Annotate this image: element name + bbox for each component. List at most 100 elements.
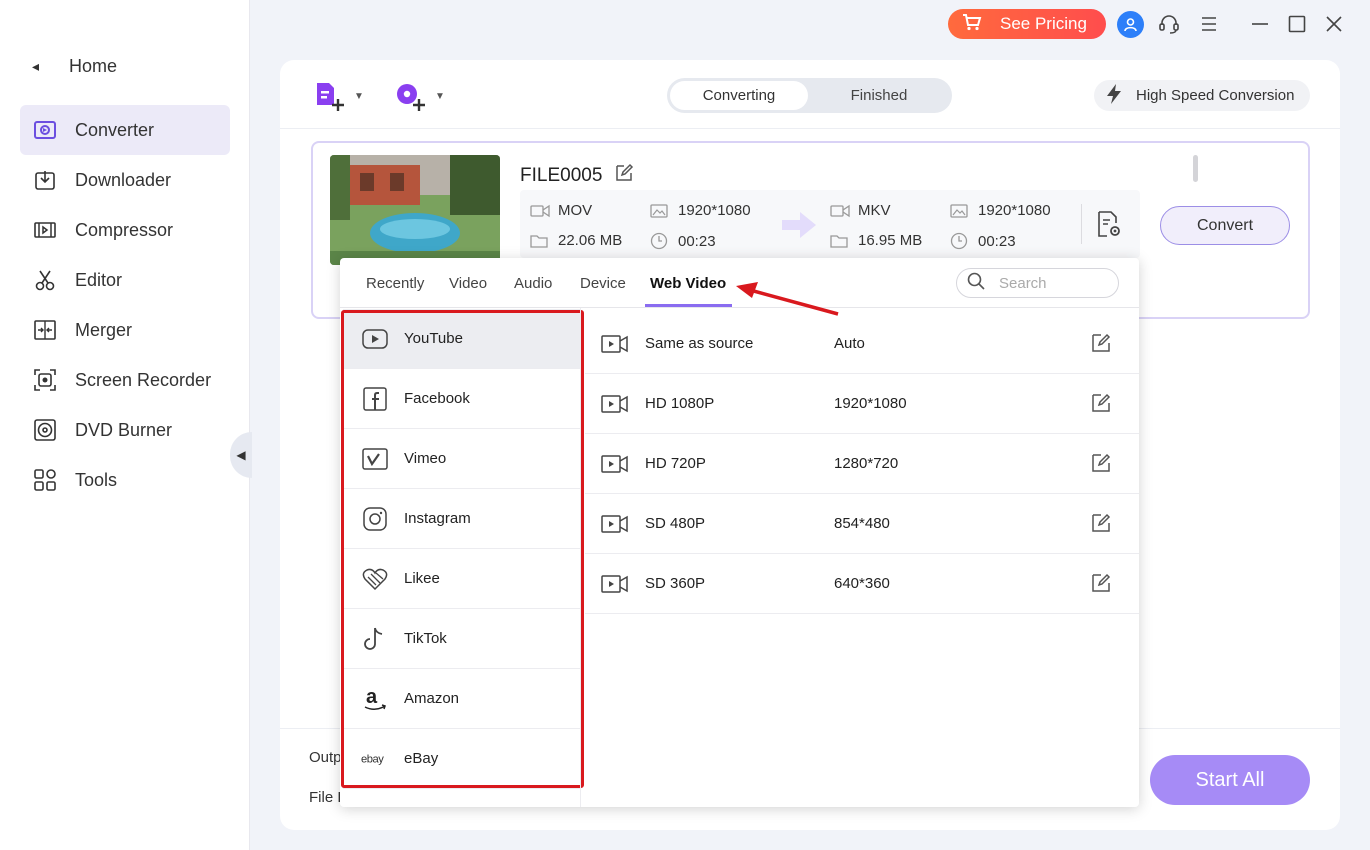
- see-pricing-button[interactable]: See Pricing: [948, 9, 1106, 39]
- convert-button[interactable]: Convert: [1160, 206, 1290, 245]
- sidebar-item-label: Screen Recorder: [75, 369, 212, 390]
- sidebar-item-dvd-burner[interactable]: DVD Burner: [20, 405, 230, 455]
- video-thumbnail[interactable]: [330, 155, 500, 265]
- sidebar-item-converter[interactable]: Converter: [20, 105, 230, 155]
- disc-icon: [33, 418, 57, 442]
- chevron-left-icon: ◂: [32, 57, 40, 74]
- sidebar-item-tools[interactable]: Tools: [20, 455, 230, 505]
- platform-amazon[interactable]: a Amazon: [343, 669, 580, 729]
- edit-icon[interactable]: [1090, 392, 1112, 418]
- edit-icon[interactable]: [1090, 572, 1112, 598]
- output-format-label: Outp: [309, 749, 342, 766]
- minimize-icon[interactable]: [1248, 12, 1272, 36]
- platform-youtube[interactable]: YouTube: [343, 309, 580, 369]
- sidebar-item-label: Tools: [75, 469, 118, 490]
- start-all-button[interactable]: Start All: [1150, 755, 1310, 805]
- sidebar-item-label: Converter: [75, 119, 155, 140]
- platform-tiktok[interactable]: TikTok: [343, 609, 580, 669]
- edit-icon[interactable]: [1090, 332, 1112, 358]
- folder-icon: [830, 234, 850, 248]
- tab-video[interactable]: Video: [449, 275, 487, 292]
- user-icon: [1124, 18, 1137, 32]
- tab-recently[interactable]: Recently: [366, 275, 424, 292]
- screen-record-icon: [33, 368, 57, 392]
- support-headset-icon[interactable]: [1157, 12, 1181, 36]
- resolution-name: SD 480P: [645, 515, 706, 532]
- platform-facebook[interactable]: Facebook: [343, 369, 580, 429]
- home-link[interactable]: ◂ Home: [32, 55, 117, 77]
- status-toggle: Converting Finished: [667, 78, 952, 113]
- chevron-down-icon: ▼: [354, 90, 364, 102]
- sidebar-item-label: Downloader: [75, 169, 172, 190]
- edit-icon[interactable]: [1090, 452, 1112, 478]
- resolution-row-same-as-source[interactable]: Same as source Auto: [585, 314, 1139, 374]
- maximize-icon[interactable]: [1285, 12, 1309, 36]
- add-dvd-button[interactable]: ▼: [395, 80, 445, 112]
- tab-web-video[interactable]: Web Video: [650, 275, 726, 292]
- sidebar-item-compressor[interactable]: Compressor: [20, 205, 230, 255]
- edit-icon[interactable]: [614, 163, 634, 189]
- tab-finished[interactable]: Finished: [809, 81, 949, 110]
- sidebar-item-screen-recorder[interactable]: Screen Recorder: [20, 355, 230, 405]
- sidebar: ◂ Home Converter Downloader Compressor E…: [0, 0, 250, 850]
- tab-audio[interactable]: Audio: [514, 275, 552, 292]
- video-camera-icon: [830, 204, 850, 218]
- platform-label: Vimeo: [404, 450, 447, 467]
- edit-icon[interactable]: [1090, 512, 1112, 538]
- close-icon[interactable]: [1322, 12, 1346, 36]
- menu-icon[interactable]: [1197, 12, 1221, 36]
- source-format: MOV: [530, 202, 592, 219]
- resolution-name: HD 1080P: [645, 395, 715, 412]
- compress-icon: [33, 218, 57, 242]
- format-search-input[interactable]: Search: [956, 268, 1119, 298]
- high-speed-conversion-toggle[interactable]: High Speed Conversion: [1094, 80, 1310, 111]
- resolution-name: HD 720P: [645, 455, 706, 472]
- resolution-row-hd-720p[interactable]: HD 720P 1280*720: [585, 434, 1139, 494]
- tiktok-icon: [361, 625, 389, 653]
- image-icon: [950, 203, 970, 218]
- resolution-name: Same as source: [645, 335, 754, 352]
- platform-instagram[interactable]: Instagram: [343, 489, 580, 549]
- add-file-button[interactable]: ▼: [314, 80, 364, 112]
- platform-label: eBay: [404, 750, 439, 767]
- home-label: Home: [69, 55, 118, 76]
- cart-icon: [962, 13, 982, 36]
- pricing-label: See Pricing: [1000, 14, 1087, 33]
- ebay-icon: ebay: [361, 745, 389, 773]
- sidebar-item-merger[interactable]: Merger: [20, 305, 230, 355]
- target-resolution: 1920*1080: [950, 202, 1051, 219]
- sidebar-item-label: Merger: [75, 319, 133, 340]
- tab-converting[interactable]: Converting: [670, 81, 808, 110]
- target-duration-value: 00:23: [978, 232, 1016, 250]
- platform-label: Likee: [404, 570, 440, 587]
- resolution-name: SD 360P: [645, 575, 706, 592]
- user-avatar[interactable]: [1117, 11, 1144, 38]
- resolution-row-sd-480p[interactable]: SD 480P 854*480: [585, 494, 1139, 554]
- svg-text:a: a: [366, 686, 378, 708]
- resolution-row-hd-1080p[interactable]: HD 1080P 1920*1080: [585, 374, 1139, 434]
- youtube-icon: [361, 325, 389, 353]
- platform-label: TikTok: [404, 630, 447, 647]
- divider: [1081, 204, 1082, 244]
- annotation-arrow: [734, 280, 844, 325]
- sidebar-item-editor[interactable]: Editor: [20, 255, 230, 305]
- platform-ebay[interactable]: ebay eBay: [343, 729, 580, 789]
- platform-likee[interactable]: Likee: [343, 549, 580, 609]
- resolution-row-sd-360p[interactable]: SD 360P 640*360: [585, 554, 1139, 614]
- resolution-value: Auto: [834, 335, 865, 352]
- tab-device[interactable]: Device: [580, 275, 626, 292]
- platform-vimeo[interactable]: Vimeo: [343, 429, 580, 489]
- resolution-value: 854*480: [834, 515, 890, 532]
- merge-icon: [33, 318, 57, 342]
- output-settings-icon[interactable]: [1096, 211, 1124, 244]
- scissors-icon: [33, 268, 57, 292]
- scrollbar[interactable]: [1193, 155, 1198, 182]
- video-file-icon: [601, 454, 629, 478]
- sidebar-item-label: Compressor: [75, 219, 174, 240]
- target-duration: 00:23: [950, 232, 1016, 250]
- download-icon: [33, 168, 57, 192]
- sidebar-item-downloader[interactable]: Downloader: [20, 155, 230, 205]
- platform-label: YouTube: [404, 330, 463, 347]
- likee-icon: [361, 565, 389, 593]
- column-divider: [580, 308, 581, 807]
